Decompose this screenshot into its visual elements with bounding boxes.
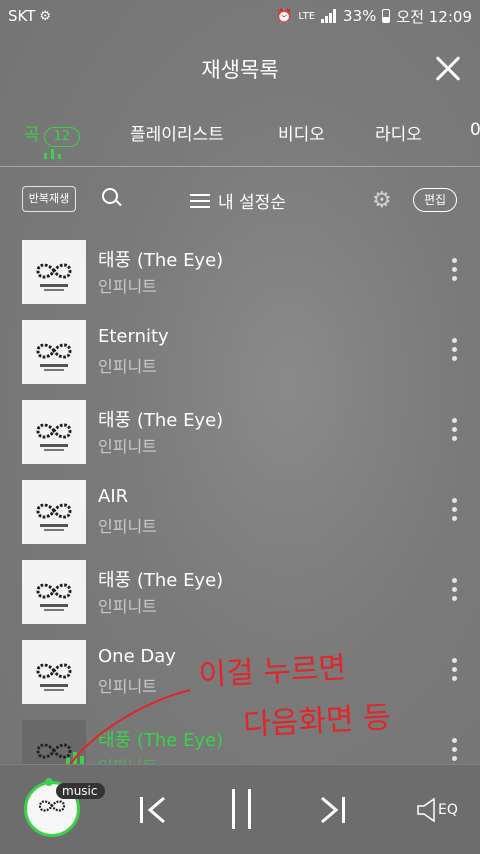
- status-right: ⏰ LTE 33% 오전 12:09: [276, 6, 472, 27]
- network-label: LTE: [298, 10, 316, 22]
- annotation-line-2: 다음화면 등: [242, 700, 392, 743]
- album-logo-subtext: [44, 449, 64, 451]
- more-options-icon[interactable]: [452, 418, 458, 442]
- album-logo-text: [40, 684, 68, 687]
- album-logo-text: [40, 364, 68, 367]
- annotation-line-1: 이걸 누르면: [197, 650, 347, 694]
- song-title: Eternity: [98, 326, 169, 347]
- tab-radio[interactable]: 라디오: [375, 120, 422, 145]
- song-title: 태풍 (The Eye): [98, 410, 224, 431]
- tab-video[interactable]: 비디오: [278, 120, 325, 145]
- playlist-toolbar: 반복재생 내 설정순 ⚙ 편집: [0, 178, 480, 222]
- sliders-icon: [190, 192, 210, 210]
- album-art: [22, 400, 86, 464]
- album-logo-text: [40, 444, 68, 447]
- tab-songs[interactable]: 곡 12: [24, 120, 81, 147]
- song-row[interactable]: 태풍 (The Eye) 인피니트: [0, 390, 480, 470]
- carrier-label: SKT: [8, 7, 36, 25]
- album-logo-subtext: [44, 529, 64, 531]
- active-dot: [45, 778, 53, 786]
- song-title: One Day: [98, 646, 176, 667]
- infinite-logo-icon: [36, 263, 72, 279]
- player-bar: music EQ: [0, 764, 480, 854]
- sort-button[interactable]: 내 설정순: [190, 188, 286, 213]
- clock-label: 오전 12:09: [396, 7, 472, 26]
- song-row[interactable]: AIR 인피니트: [0, 470, 480, 550]
- more-options-icon[interactable]: [452, 338, 458, 362]
- tab-songs-label: 곡: [24, 125, 40, 145]
- header: 재생목록: [0, 36, 480, 96]
- speaker-icon: [417, 797, 435, 823]
- page-title: 재생목록: [201, 58, 279, 82]
- search-icon[interactable]: [102, 188, 124, 210]
- source-badge: music: [56, 783, 106, 799]
- previous-icon[interactable]: [140, 795, 168, 825]
- album-logo-text: [40, 524, 68, 527]
- album-art: [22, 480, 86, 544]
- more-options-icon[interactable]: [452, 578, 458, 602]
- status-bar: SKT ⚙ ⏰ LTE 33% 오전 12:09: [0, 0, 480, 32]
- song-artist: 인피니트: [98, 437, 157, 456]
- album-logo-subtext: [44, 609, 64, 611]
- more-options-icon[interactable]: [452, 658, 458, 682]
- more-options-icon[interactable]: [452, 258, 458, 282]
- eq-button[interactable]: EQ: [416, 797, 458, 823]
- album-logo-text: [40, 604, 68, 607]
- infinite-logo-icon: [36, 423, 72, 439]
- infinite-logo-icon: [36, 503, 72, 519]
- tab-more[interactable]: 0: [470, 120, 480, 140]
- more-options-icon[interactable]: [452, 738, 458, 762]
- song-title: 태풍 (The Eye): [98, 250, 224, 271]
- album-logo-subtext: [44, 289, 64, 291]
- album-art: [22, 240, 86, 304]
- album-logo-subtext: [44, 689, 64, 691]
- notification-icon: ⚙: [39, 8, 52, 24]
- infinite-logo-icon: [36, 663, 72, 679]
- album-art: [22, 640, 86, 704]
- song-title: 태풍 (The Eye): [98, 570, 224, 591]
- infinite-logo-icon: [36, 583, 72, 599]
- album-logo-subtext: [44, 369, 64, 371]
- tab-playlists[interactable]: 플레이리스트: [130, 120, 224, 145]
- song-title: AIR: [98, 486, 129, 507]
- album-art: [22, 320, 86, 384]
- song-row[interactable]: Eternity 인피니트: [0, 310, 480, 390]
- song-artist: 인피니트: [98, 357, 157, 376]
- song-artist: 인피니트: [98, 597, 157, 616]
- status-left: SKT ⚙: [8, 7, 51, 25]
- infinite-logo-icon: [38, 800, 66, 812]
- handwritten-annotation: 이걸 누르면 다음화면 등: [193, 632, 439, 764]
- song-row[interactable]: 태풍 (The Eye) 인피니트: [0, 550, 480, 630]
- more-options-icon[interactable]: [452, 498, 458, 522]
- tab-bar: 곡 12 플레이리스트 비디오 라디오 0: [0, 108, 480, 167]
- repeat-button[interactable]: 반복재생: [22, 186, 76, 212]
- song-artist: 인피니트: [98, 277, 157, 296]
- eq-label: EQ: [438, 802, 458, 818]
- album-logo-text: [40, 284, 68, 287]
- infinite-logo-icon: [36, 343, 72, 359]
- battery-icon: [382, 9, 391, 23]
- song-row[interactable]: 태풍 (The Eye) 인피니트: [0, 230, 480, 310]
- gear-icon[interactable]: ⚙: [372, 188, 392, 213]
- song-artist: 인피니트: [98, 677, 157, 696]
- tab-songs-count: 12: [43, 127, 81, 147]
- playing-indicator-icon: [44, 149, 62, 159]
- edit-button[interactable]: 편집: [413, 188, 457, 212]
- battery-label: 33%: [343, 7, 377, 25]
- close-icon[interactable]: [434, 54, 462, 82]
- next-icon[interactable]: [318, 795, 346, 825]
- song-artist: 인피니트: [98, 517, 157, 536]
- sort-label: 내 설정순: [218, 193, 286, 213]
- signal-icon: [321, 9, 337, 23]
- pause-icon[interactable]: [230, 789, 254, 829]
- album-art: [22, 560, 86, 624]
- alarm-icon: ⏰: [276, 8, 293, 24]
